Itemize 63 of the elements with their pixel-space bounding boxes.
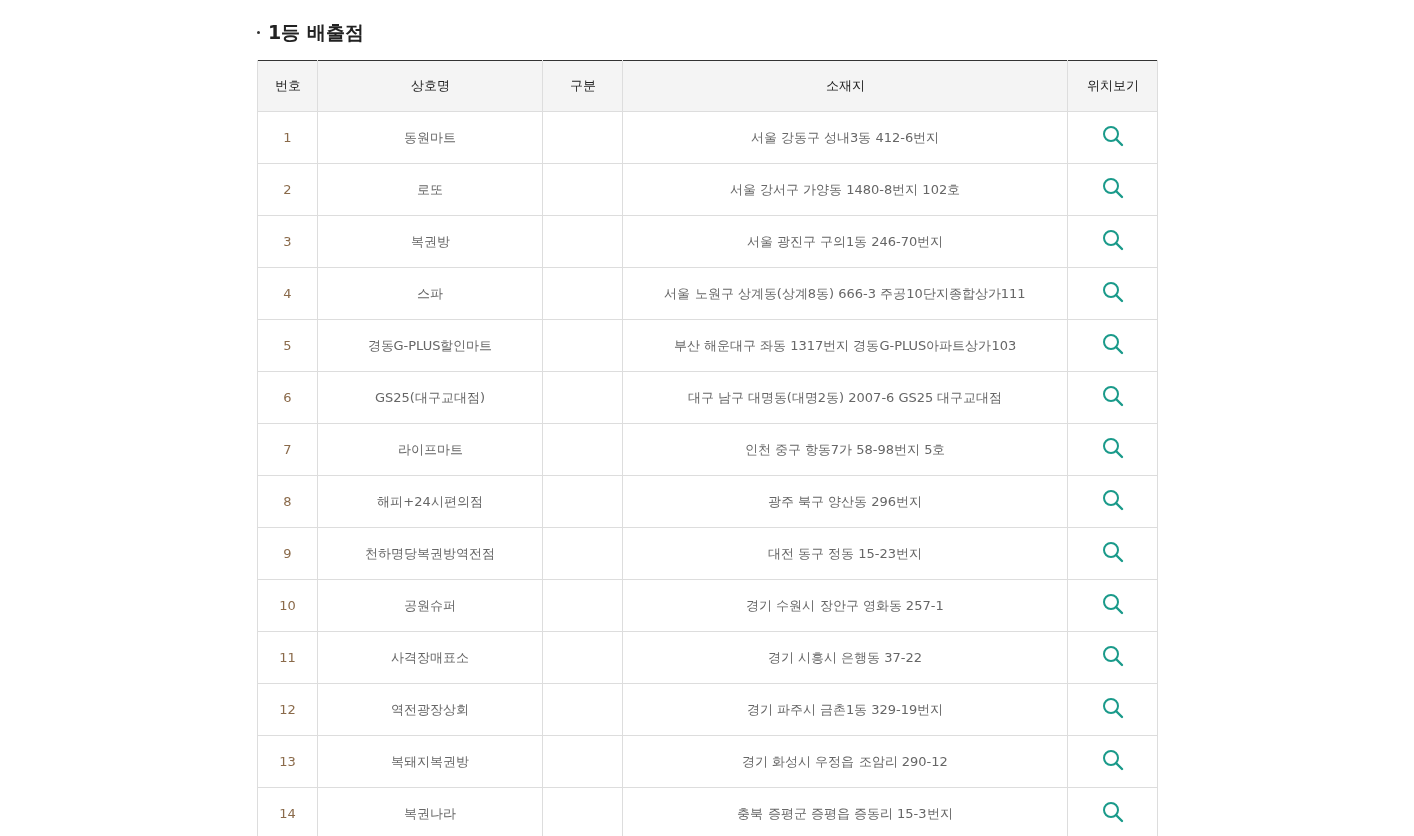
- row-number: 4: [283, 286, 292, 301]
- store-address: 부산 해운대구 좌동 1317번지 경동G-PLUS아파트상가103: [673, 336, 1017, 355]
- search-icon[interactable]: [1101, 541, 1124, 563]
- section-title: 1등 배출점: [268, 20, 364, 44]
- row-number: 2: [283, 182, 292, 197]
- store-name: 해피+24시편의점: [377, 492, 483, 511]
- column-header: 위치보기: [1067, 60, 1158, 112]
- store-address: 경기 수원시 장안구 영화동 257-1: [746, 596, 944, 615]
- search-icon[interactable]: [1101, 697, 1124, 719]
- store-name: 역전광장상회: [391, 700, 469, 719]
- row-number: 13: [279, 754, 296, 769]
- store-name: 공원슈퍼: [404, 596, 456, 615]
- search-icon[interactable]: [1101, 645, 1124, 667]
- search-icon[interactable]: [1101, 177, 1124, 199]
- store-name: 스파: [417, 284, 443, 303]
- row-number: 11: [279, 650, 296, 665]
- store-name: 천하명당복권방역전점: [365, 544, 495, 563]
- column-header: 소재지: [622, 60, 1068, 112]
- store-address: 경기 화성시 우정읍 조암리 290-12: [742, 752, 948, 771]
- store-name: 사격장매표소: [391, 648, 469, 667]
- search-icon[interactable]: [1101, 385, 1124, 407]
- store-address: 충북 증평군 증평읍 증동리 15-3번지: [737, 804, 953, 823]
- row-number: 10: [279, 598, 296, 613]
- store-address: 경기 파주시 금촌1동 329-19번지: [746, 700, 944, 719]
- store-name: 복권방: [410, 232, 450, 251]
- bullet-icon: [257, 30, 260, 34]
- store-name: 복권나라: [404, 804, 456, 823]
- store-name: 로또: [417, 180, 443, 199]
- row-number: 5: [283, 338, 292, 353]
- search-icon[interactable]: [1101, 593, 1124, 615]
- store-name: GS25(대구교대점): [375, 388, 485, 407]
- store-name: 경동G-PLUS할인마트: [367, 336, 493, 355]
- row-number: 6: [283, 390, 292, 405]
- store-address: 서울 광진구 구의1동 246-70번지: [746, 232, 944, 251]
- search-icon[interactable]: [1101, 489, 1124, 511]
- row-number: 1: [283, 130, 292, 145]
- row-number: 12: [279, 702, 296, 717]
- row-number: 14: [279, 806, 296, 821]
- column-header: 상호명: [317, 60, 543, 112]
- store-address: 광주 북구 양산동 296번지: [767, 492, 923, 511]
- search-icon[interactable]: [1101, 125, 1124, 147]
- store-address: 경기 시흥시 은행동 37-22: [767, 648, 923, 667]
- row-number: 8: [283, 494, 292, 509]
- store-address: 대전 동구 정동 15-23번지: [767, 544, 923, 563]
- search-icon[interactable]: [1101, 749, 1124, 771]
- store-address: 대구 남구 대명동(대명2동) 2007-6 GS25 대구교대점: [687, 388, 1003, 407]
- store-name: 동원마트: [404, 128, 456, 147]
- store-address: 서울 노원구 상계동(상계8동) 666-3 주공10단지종합상가111: [664, 284, 1026, 303]
- store-address: 서울 강동구 성내3동 412-6번지: [750, 128, 940, 147]
- row-number: 7: [283, 442, 292, 457]
- row-number: 3: [283, 234, 292, 249]
- search-icon[interactable]: [1101, 333, 1124, 355]
- row-number: 9: [283, 546, 292, 561]
- search-icon[interactable]: [1101, 437, 1124, 459]
- store-address: 서울 강서구 가양동 1480-8번지 102호: [729, 180, 961, 199]
- search-icon[interactable]: [1101, 801, 1124, 823]
- column-header: 번호: [257, 60, 318, 112]
- search-icon[interactable]: [1101, 281, 1124, 303]
- store-name: 복돼지복권방: [391, 752, 469, 771]
- search-icon[interactable]: [1101, 229, 1124, 251]
- store-name: 라이프마트: [397, 440, 463, 459]
- store-address: 인천 중구 항동7가 58-98번지 5호: [744, 440, 946, 459]
- column-header: 구분: [542, 60, 623, 112]
